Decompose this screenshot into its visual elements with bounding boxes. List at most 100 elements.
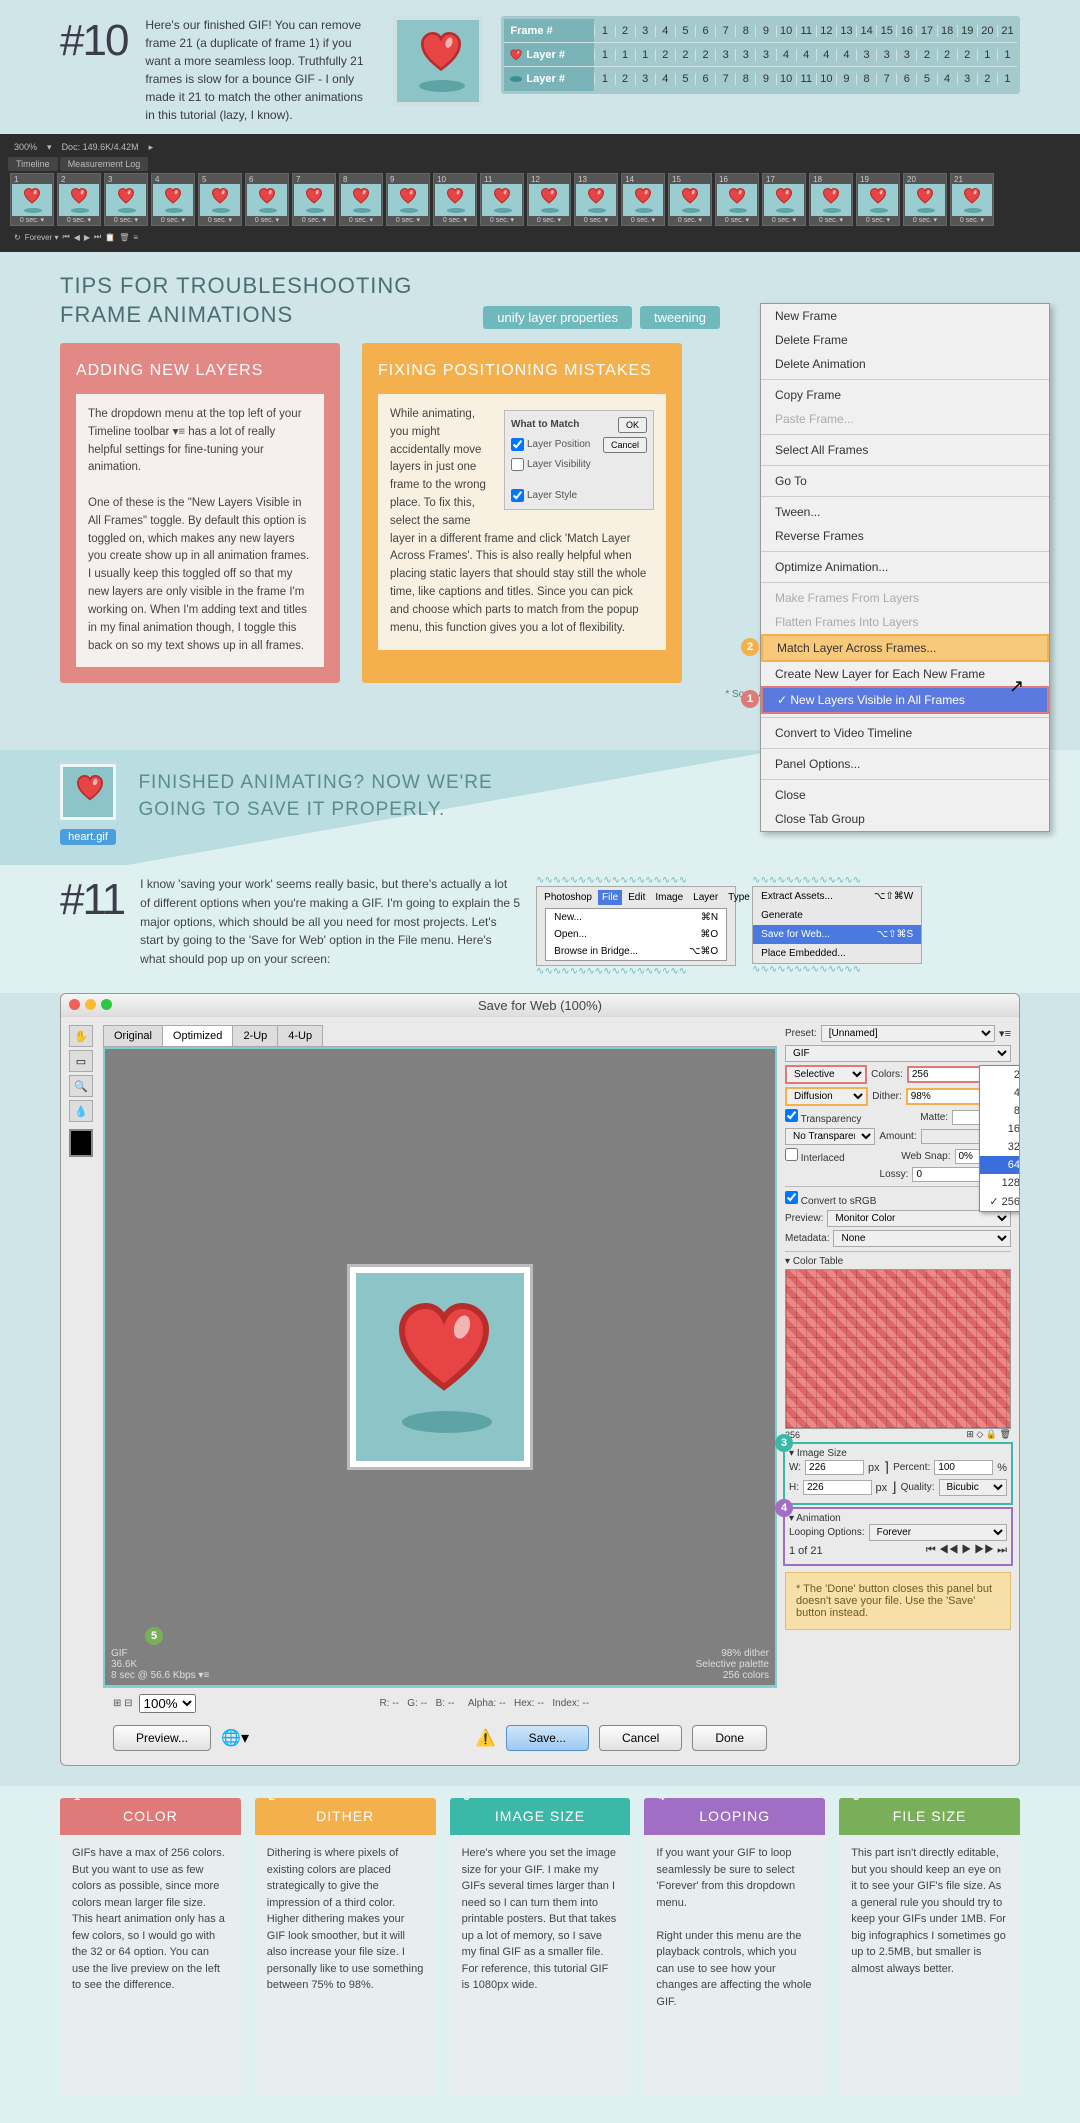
heart-gif-file: heart.gif xyxy=(60,764,116,845)
menu-item[interactable]: Select All Frames xyxy=(761,438,1049,462)
timeline-frame[interactable]: 70 sec. ▾ xyxy=(292,173,336,226)
timeline-frame[interactable]: 190 sec. ▾ xyxy=(856,173,900,226)
hand-tool-icon[interactable]: ✋ xyxy=(69,1025,93,1047)
save-for-web-dialog: Save for Web (100%) ✋ ▭ 🔍 💧 Original Opt… xyxy=(60,993,1020,1766)
timeline-frame[interactable]: 60 sec. ▾ xyxy=(245,173,289,226)
menu-item[interactable]: Copy Frame xyxy=(761,383,1049,407)
heart-icon xyxy=(419,32,463,72)
color-table[interactable] xyxy=(785,1269,1011,1429)
match-cancel-button[interactable]: Cancel xyxy=(603,437,647,453)
tab-original[interactable]: Original xyxy=(103,1025,163,1046)
interlaced-checkbox[interactable] xyxy=(785,1148,798,1161)
dither-input[interactable] xyxy=(906,1088,989,1105)
metadata-select[interactable]: None xyxy=(833,1230,1011,1247)
timeline-frame[interactable]: 90 sec. ▾ xyxy=(386,173,430,226)
menu-item[interactable]: Optimize Animation... xyxy=(761,555,1049,579)
timeline-frame[interactable]: 180 sec. ▾ xyxy=(809,173,853,226)
step-number-11: #11 xyxy=(60,875,124,925)
transparency-dither-select[interactable]: No Transparency Dit... xyxy=(785,1128,875,1145)
dither-method-select[interactable]: Diffusion xyxy=(785,1087,868,1106)
step-number-10: #10 xyxy=(60,16,127,66)
timeline-frame[interactable]: 80 sec. ▾ xyxy=(339,173,383,226)
timeline-frame[interactable]: 50 sec. ▾ xyxy=(198,173,242,226)
convert-srgb-checkbox[interactable] xyxy=(785,1191,798,1204)
warning-icon: ⚠️ xyxy=(476,1728,496,1748)
color-reduction-select[interactable]: Selective xyxy=(785,1065,867,1084)
timeline-frame[interactable]: 170 sec. ▾ xyxy=(762,173,806,226)
tag-unify[interactable]: unify layer properties xyxy=(483,306,632,329)
adding-layers-card: ADDING NEW LAYERS The dropdown menu at t… xyxy=(60,343,340,683)
zoom-tool-icon[interactable]: 🔍 xyxy=(69,1075,93,1097)
timeline-frame[interactable]: 110 sec. ▾ xyxy=(480,173,524,226)
fixing-positioning-card: FIXING POSITIONING MISTAKES What to Matc… xyxy=(362,343,682,683)
timeline-tab[interactable]: Timeline xyxy=(8,157,58,171)
timeline-frame[interactable]: 100 sec. ▾ xyxy=(433,173,477,226)
frame-layer-table: Frame #123456789101112131415161718192021… xyxy=(501,16,1020,94)
menu-new-layers-visible-all-frames[interactable]: 1✓ New Layers Visible in All Frames xyxy=(761,686,1049,714)
done-button-note: * The 'Done' button closes this panel bu… xyxy=(785,1572,1011,1630)
timeline-frame[interactable]: 40 sec. ▾ xyxy=(151,173,195,226)
tab-optimized[interactable]: Optimized xyxy=(162,1025,234,1046)
card-dither: 2DITHERDithering is where pixels of exis… xyxy=(255,1798,436,2095)
menu-item: Paste Frame... xyxy=(761,407,1049,431)
photoshop-menubar: PhotoshopFileEditImageLayerTypeSelectFil… xyxy=(536,886,736,966)
menu-item[interactable]: New Frame xyxy=(761,304,1049,328)
menu-match-layer-across-frames[interactable]: 2Match Layer Across Frames... xyxy=(761,634,1049,662)
menu-item[interactable]: Delete Animation xyxy=(761,352,1049,376)
timeline-frame[interactable]: 160 sec. ▾ xyxy=(715,173,759,226)
timeline-frame[interactable]: 10 sec. ▾ xyxy=(10,173,54,226)
cancel-button[interactable]: Cancel xyxy=(599,1725,682,1751)
animation-playback-controls[interactable]: ⏮ ◀◀ ▶ ▶▶ ⏭ xyxy=(926,1544,1007,1557)
timeline-frame[interactable]: 150 sec. ▾ xyxy=(668,173,712,226)
photoshop-timeline-panel: 300%▾ Doc: 149.6K/4.42M▸ Timeline Measur… xyxy=(0,134,1080,252)
menu-item[interactable]: Tween... xyxy=(761,500,1049,524)
format-select[interactable]: GIF xyxy=(785,1045,1011,1062)
width-input[interactable] xyxy=(805,1460,864,1475)
slice-tool-icon[interactable]: ▭ xyxy=(69,1050,93,1072)
colors-input[interactable] xyxy=(907,1066,989,1083)
tab-4up[interactable]: 4-Up xyxy=(277,1025,323,1046)
card-color: 1COLORGIFs have a max of 256 colors. But… xyxy=(60,1798,241,2095)
menu-item[interactable]: Go To xyxy=(761,469,1049,493)
timeline-frame[interactable]: 20 sec. ▾ xyxy=(57,173,101,226)
tips-title: TIPS FOR TROUBLESHOOTING FRAME ANIMATION… xyxy=(60,272,412,329)
timeline-frame[interactable]: 140 sec. ▾ xyxy=(621,173,665,226)
timeline-frame[interactable]: 120 sec. ▾ xyxy=(527,173,571,226)
step-10-text: Here's our finished GIF! You can remove … xyxy=(145,16,375,124)
timeline-frame[interactable]: 30 sec. ▾ xyxy=(104,173,148,226)
sfw-tools: ✋ ▭ 🔍 💧 xyxy=(69,1025,95,1757)
menu-item[interactable]: Convert to Video Timeline xyxy=(761,721,1049,745)
preset-select[interactable]: [Unnamed] xyxy=(821,1025,995,1042)
colors-dropdown[interactable]: 248163264128✓ 256 xyxy=(979,1065,1020,1212)
heart-preview-card xyxy=(393,16,483,106)
file-submenu: Extract Assets...⌥⇧⌘WGenerateSave for We… xyxy=(752,886,922,964)
preview-button[interactable]: Preview... xyxy=(113,1725,211,1751)
timeline-frame[interactable]: 200 sec. ▾ xyxy=(903,173,947,226)
menu-item: Flatten Frames Into Layers xyxy=(761,610,1049,634)
preview-select[interactable]: Monitor Color xyxy=(827,1210,1011,1227)
card-file-size: 5FILE SIZEThis part isn't directly edita… xyxy=(839,1798,1020,2095)
height-input[interactable] xyxy=(803,1480,872,1495)
save-button[interactable]: Save... xyxy=(506,1725,589,1751)
menu-item[interactable]: Delete Frame xyxy=(761,328,1049,352)
measurement-log-tab[interactable]: Measurement Log xyxy=(60,157,149,171)
done-button[interactable]: Done xyxy=(692,1725,767,1751)
menu-item[interactable]: Reverse Frames xyxy=(761,524,1049,548)
match-ok-button[interactable]: OK xyxy=(618,417,647,433)
tab-2up[interactable]: 2-Up xyxy=(232,1025,278,1046)
percent-input[interactable] xyxy=(934,1460,993,1475)
quality-select[interactable]: Bicubic xyxy=(939,1479,1008,1496)
timeline-frame[interactable]: 130 sec. ▾ xyxy=(574,173,618,226)
looping-select[interactable]: Forever xyxy=(869,1524,1007,1541)
transparency-checkbox[interactable] xyxy=(785,1109,798,1122)
timeline-frame[interactable]: 210 sec. ▾ xyxy=(950,173,994,226)
menu-item: Make Frames From Layers xyxy=(761,586,1049,610)
tag-tweening[interactable]: tweening xyxy=(640,306,720,329)
zoom-select[interactable]: 100% xyxy=(139,1694,196,1713)
color-swatch[interactable] xyxy=(69,1129,93,1157)
heart-icon xyxy=(394,1303,494,1393)
card-image-size: 3IMAGE SIZEHere's where you set the imag… xyxy=(450,1798,631,2095)
finished-animating-title: FINISHED ANIMATING? NOW WE'RE GOING TO S… xyxy=(138,770,492,823)
eyedropper-tool-icon[interactable]: 💧 xyxy=(69,1100,93,1122)
menu-create-new-layer-each-frame[interactable]: Create New Layer for Each New Frame xyxy=(761,662,1049,686)
